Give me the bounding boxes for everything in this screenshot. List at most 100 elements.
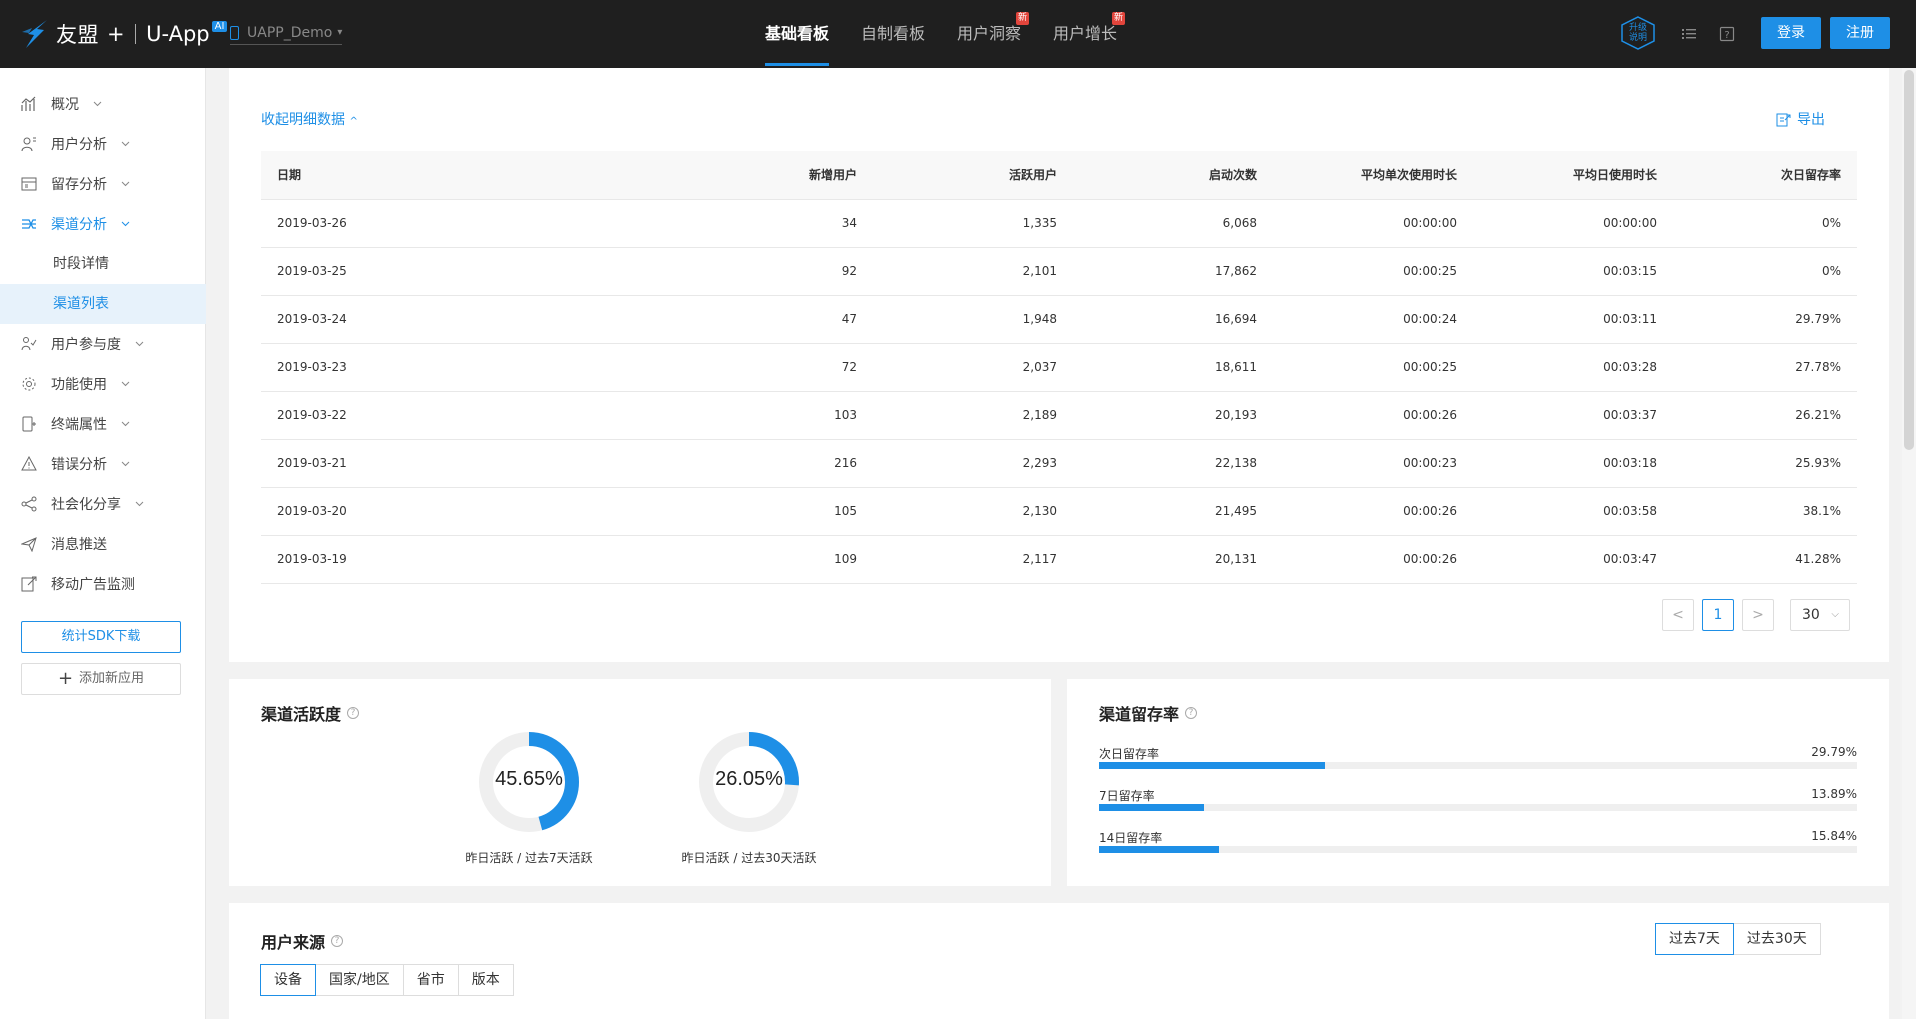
nav-tab-basic-board[interactable]: 基础看板	[765, 0, 830, 68]
retention-value: 15.84%	[1811, 829, 1857, 843]
register-button[interactable]: 注册	[1830, 17, 1890, 49]
page-size-select[interactable]: 30 ⌵	[1790, 599, 1850, 631]
table-cell: 1,948	[873, 295, 1073, 344]
column-header-next-day-retention[interactable]: 次日留存率	[1673, 151, 1857, 200]
sidebar-item-label: 渠道分析	[51, 217, 107, 233]
sdk-download-button[interactable]: 统计SDK下载	[21, 621, 181, 653]
prev-page-button[interactable]: <	[1662, 599, 1694, 631]
column-header-date[interactable]: 日期	[261, 151, 645, 200]
column-header-new-users[interactable]: 新增用户	[645, 151, 873, 200]
sidebar-item-feature-usage[interactable]: 功能使用	[0, 364, 206, 404]
table-cell: 2019-03-24	[261, 295, 645, 344]
help-icon[interactable]: ?	[347, 707, 360, 719]
logo[interactable]: 友盟 + U-App AI	[20, 16, 228, 52]
table-cell: 17,862	[1073, 247, 1273, 296]
table-cell: 00:03:28	[1473, 343, 1673, 392]
ad-monitor-icon	[21, 576, 37, 592]
table-row: 2019-03-23 72 2,037 18,611 00:00:25 00:03:28 2…	[261, 343, 1857, 392]
table-cell: 47	[645, 295, 873, 344]
chevron-down-icon	[93, 101, 102, 107]
table-cell: 00:00:26	[1273, 391, 1473, 440]
sidebar-item-push[interactable]: 消息推送	[0, 524, 206, 564]
sidebar-item-label: 用户参与度	[51, 337, 121, 353]
tab-device[interactable]: 设备	[260, 964, 316, 996]
table-cell: 216	[645, 439, 873, 488]
table-cell: 2019-03-19	[261, 535, 645, 584]
tab-version[interactable]: 版本	[457, 964, 514, 996]
sidebar-item-label: 终端属性	[51, 417, 107, 433]
card-title-text: 用户来源	[261, 933, 326, 952]
column-header-avg-daily[interactable]: 平均日使用时长	[1473, 151, 1673, 200]
tab-country-region[interactable]: 国家/地区	[315, 964, 404, 996]
table-cell: 0%	[1673, 247, 1857, 296]
column-header-avg-session[interactable]: 平均单次使用时长	[1273, 151, 1473, 200]
sidebar-item-label: 用户分析	[51, 137, 107, 153]
sidebar-item-overview[interactable]: 概况	[0, 84, 206, 124]
tab-past-30-days[interactable]: 过去30天	[1732, 923, 1821, 955]
channel-activity-title: 渠道活跃度 ?	[261, 701, 360, 725]
chevron-down-icon	[121, 421, 130, 427]
help-icon[interactable]: ?	[1185, 707, 1198, 719]
table-cell: 00:00:25	[1273, 343, 1473, 392]
retention-label: 次日留存率	[1099, 747, 1160, 761]
card-title-text: 渠道活跃度	[261, 705, 342, 724]
table-cell: 29.79%	[1673, 295, 1857, 344]
table-cell: 2019-03-22	[261, 391, 645, 440]
collapse-detail-link[interactable]: 收起明细数据 ^	[261, 109, 358, 129]
sidebar-item-ad-monitor[interactable]: 移动广告监测	[0, 564, 206, 604]
table-cell: 26.21%	[1673, 391, 1857, 440]
retention-value: 29.79%	[1811, 745, 1857, 759]
nav-tab-user-insight[interactable]: 用户洞察 新	[957, 0, 1030, 68]
nav-tab-user-growth[interactable]: 用户增长 新	[1053, 0, 1126, 68]
sidebar-item-label: 社会化分享	[51, 497, 121, 513]
sidebar-item-engagement[interactable]: 用户参与度	[0, 324, 206, 364]
table-row: 2019-03-22 103 2,189 20,193 00:00:26 00:03:37…	[261, 391, 1857, 440]
nav-tab-custom-board[interactable]: 自制看板	[861, 0, 925, 68]
export-button[interactable]: 导出	[1776, 109, 1825, 129]
help-icon[interactable]: ?	[331, 935, 344, 947]
tab-past-7-days[interactable]: 过去7天	[1655, 923, 1734, 955]
brand-name: 友盟	[56, 23, 99, 47]
table-cell: 38.1%	[1673, 487, 1857, 536]
warning-icon	[21, 456, 37, 471]
app-selector[interactable]: UAPP_Demo ▾	[230, 23, 343, 45]
sidebar-item-channel-analysis[interactable]: 渠道分析	[0, 204, 206, 244]
column-header-active-users[interactable]: 活跃用户	[873, 151, 1073, 200]
dimension-tabs: 设备 国家/地区 省市 版本	[260, 964, 514, 996]
retention-track	[1099, 804, 1857, 811]
page-number-button[interactable]: 1	[1702, 599, 1734, 631]
sidebar-subitem-channel-list[interactable]: 渠道列表	[0, 284, 206, 324]
next-page-button[interactable]: >	[1742, 599, 1774, 631]
scrollbar-thumb[interactable]	[1904, 70, 1914, 450]
sidebar-item-device-attributes[interactable]: 终端属性	[0, 404, 206, 444]
table-cell: 1,335	[873, 199, 1073, 248]
table-cell: 27.78%	[1673, 343, 1857, 392]
help-icon[interactable]: ?	[1719, 26, 1735, 42]
chevron-down-icon: ⌵	[1831, 609, 1839, 620]
user-source-title: 用户来源 ?	[261, 929, 344, 953]
sidebar-item-social-share[interactable]: 社会化分享	[0, 484, 206, 524]
table-row: 2019-03-26 34 1,335 6,068 00:00:00 00:00:00 0%	[261, 199, 1857, 248]
table-cell: 2,117	[873, 535, 1073, 584]
table-cell: 16,694	[1073, 295, 1273, 344]
sidebar-item-user-analysis[interactable]: 用户分析	[0, 124, 206, 164]
upgrade-info-button[interactable]: 升级 说明	[1620, 16, 1656, 50]
main-nav: 基础看板 自制看板 用户洞察 新 用户增长 新	[765, 0, 1149, 68]
sidebar-item-label: 功能使用	[51, 377, 107, 393]
sidebar-subitem-period-detail[interactable]: 时段详情	[0, 244, 206, 284]
export-label: 导出	[1797, 112, 1825, 128]
list-icon[interactable]	[1681, 26, 1697, 42]
sidebar-item-label: 留存分析	[51, 177, 107, 193]
chevron-down-icon	[121, 221, 130, 227]
login-button[interactable]: 登录	[1761, 17, 1821, 49]
sidebar-item-retention[interactable]: 留存分析	[0, 164, 206, 204]
table-cell: 109	[645, 535, 873, 584]
column-header-launches[interactable]: 启动次数	[1073, 151, 1273, 200]
tab-province-city[interactable]: 省市	[402, 964, 459, 996]
table-cell: 00:00:00	[1273, 199, 1473, 248]
table-row: 2019-03-19 109 2,117 20,131 00:00:26 00:03:47…	[261, 535, 1857, 584]
sidebar-item-error-analysis[interactable]: 错误分析	[0, 444, 206, 484]
new-badge: 新	[1016, 12, 1030, 25]
gear-icon	[22, 377, 36, 391]
add-app-button[interactable]: + 添加新应用	[21, 663, 181, 695]
